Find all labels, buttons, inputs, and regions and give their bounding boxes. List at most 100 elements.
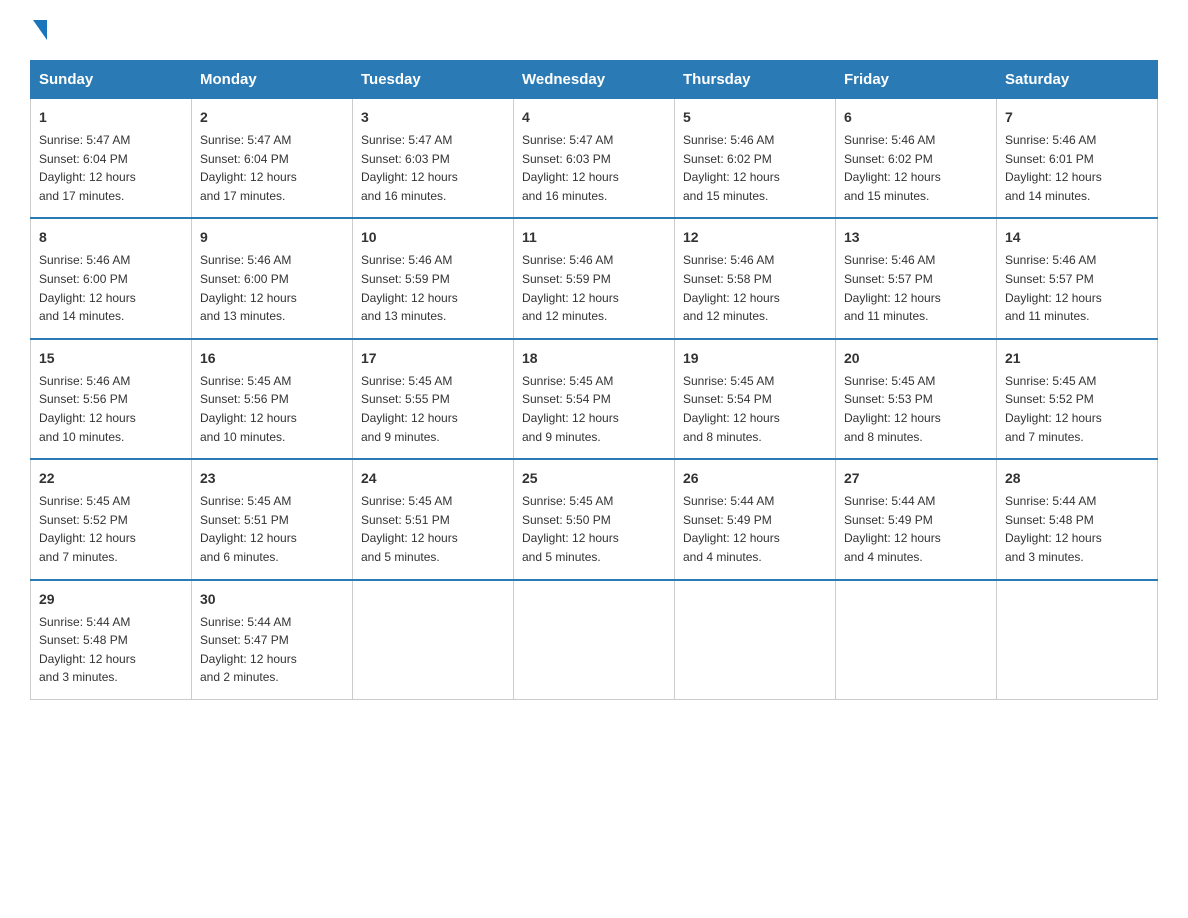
day-cell: 11 Sunrise: 5:46 AMSunset: 5:59 PMDayligh… (514, 218, 675, 338)
week-row-2: 8 Sunrise: 5:46 AMSunset: 6:00 PMDaylight… (31, 218, 1158, 338)
day-number: 20 (844, 348, 988, 369)
day-info: Sunrise: 5:46 AMSunset: 6:01 PMDaylight:… (1005, 131, 1149, 205)
day-number: 14 (1005, 227, 1149, 248)
day-info: Sunrise: 5:45 AMSunset: 5:55 PMDaylight:… (361, 372, 505, 446)
week-row-5: 29 Sunrise: 5:44 AMSunset: 5:48 PMDayligh… (31, 580, 1158, 700)
day-info: Sunrise: 5:46 AMSunset: 5:59 PMDaylight:… (522, 251, 666, 325)
day-info: Sunrise: 5:45 AMSunset: 5:52 PMDaylight:… (1005, 372, 1149, 446)
day-cell: 20 Sunrise: 5:45 AMSunset: 5:53 PMDayligh… (836, 339, 997, 459)
day-cell: 28Sunrise: 5:44 AMSunset: 5:48 PMDayligh… (997, 459, 1158, 579)
day-info: Sunrise: 5:46 AMSunset: 6:02 PMDaylight:… (683, 131, 827, 205)
calendar-header: Sunday Monday Tuesday Wednesday Thursday… (31, 61, 1158, 99)
day-number: 4 (522, 107, 666, 128)
day-info: Sunrise: 5:45 AMSunset: 5:54 PMDaylight:… (683, 372, 827, 446)
day-number: 22 (39, 468, 183, 489)
day-info: Sunrise: 5:45 AMSunset: 5:51 PMDaylight:… (361, 492, 505, 566)
day-info: Sunrise: 5:44 AMSunset: 5:48 PMDaylight:… (1005, 492, 1149, 566)
day-cell: 23Sunrise: 5:45 AMSunset: 5:51 PMDayligh… (192, 459, 353, 579)
week-row-4: 22 Sunrise: 5:45 AMSunset: 5:52 PMDayligh… (31, 459, 1158, 579)
day-number: 19 (683, 348, 827, 369)
day-number: 8 (39, 227, 183, 248)
col-sunday: Sunday (31, 61, 192, 99)
day-info: Sunrise: 5:45 AMSunset: 5:50 PMDaylight:… (522, 492, 666, 566)
day-number: 2 (200, 107, 344, 128)
page-header (30, 20, 1158, 40)
day-number: 11 (522, 227, 666, 248)
day-cell: 7 Sunrise: 5:46 AMSunset: 6:01 PMDaylight… (997, 99, 1158, 219)
day-number: 7 (1005, 107, 1149, 128)
day-cell: 10 Sunrise: 5:46 AMSunset: 5:59 PMDayligh… (353, 218, 514, 338)
day-info: Sunrise: 5:46 AMSunset: 6:00 PMDaylight:… (39, 251, 183, 325)
day-number: 10 (361, 227, 505, 248)
col-friday: Friday (836, 61, 997, 99)
col-thursday: Thursday (675, 61, 836, 99)
calendar-table: Sunday Monday Tuesday Wednesday Thursday… (30, 60, 1158, 700)
week-row-1: 1 Sunrise: 5:47 AMSunset: 6:04 PMDaylight… (31, 99, 1158, 219)
calendar-body: 1 Sunrise: 5:47 AMSunset: 6:04 PMDaylight… (31, 99, 1158, 700)
day-cell (997, 580, 1158, 700)
day-info: Sunrise: 5:46 AMSunset: 6:02 PMDaylight:… (844, 131, 988, 205)
logo-arrow-icon (33, 20, 47, 40)
day-info: Sunrise: 5:45 AMSunset: 5:54 PMDaylight:… (522, 372, 666, 446)
day-cell: 30 Sunrise: 5:44 AMSunset: 5:47 PMDayligh… (192, 580, 353, 700)
day-cell: 25 Sunrise: 5:45 AMSunset: 5:50 PMDayligh… (514, 459, 675, 579)
day-info: Sunrise: 5:46 AMSunset: 5:57 PMDaylight:… (844, 251, 988, 325)
col-monday: Monday (192, 61, 353, 99)
day-cell: 15 Sunrise: 5:46 AMSunset: 5:56 PMDayligh… (31, 339, 192, 459)
day-info: Sunrise: 5:44 AMSunset: 5:48 PMDaylight:… (39, 613, 183, 687)
day-number: 27 (844, 468, 988, 489)
day-info: Sunrise: 5:45 AMSunset: 5:53 PMDaylight:… (844, 372, 988, 446)
day-cell: 3 Sunrise: 5:47 AMSunset: 6:03 PMDaylight… (353, 99, 514, 219)
day-info: Sunrise: 5:47 AMSunset: 6:04 PMDaylight:… (200, 131, 344, 205)
day-info: Sunrise: 5:47 AMSunset: 6:04 PMDaylight:… (39, 131, 183, 205)
day-cell: 8 Sunrise: 5:46 AMSunset: 6:00 PMDaylight… (31, 218, 192, 338)
day-number: 15 (39, 348, 183, 369)
day-info: Sunrise: 5:46 AMSunset: 5:58 PMDaylight:… (683, 251, 827, 325)
day-number: 3 (361, 107, 505, 128)
day-cell: 14 Sunrise: 5:46 AMSunset: 5:57 PMDayligh… (997, 218, 1158, 338)
day-cell (836, 580, 997, 700)
day-cell: 16 Sunrise: 5:45 AMSunset: 5:56 PMDayligh… (192, 339, 353, 459)
col-wednesday: Wednesday (514, 61, 675, 99)
day-number: 21 (1005, 348, 1149, 369)
day-info: Sunrise: 5:45 AMSunset: 5:52 PMDaylight:… (39, 492, 183, 566)
day-cell: 21 Sunrise: 5:45 AMSunset: 5:52 PMDayligh… (997, 339, 1158, 459)
day-number: 24 (361, 468, 505, 489)
day-number: 6 (844, 107, 988, 128)
day-info: Sunrise: 5:44 AMSunset: 5:49 PMDaylight:… (844, 492, 988, 566)
day-info: Sunrise: 5:47 AMSunset: 6:03 PMDaylight:… (522, 131, 666, 205)
day-info: Sunrise: 5:44 AMSunset: 5:49 PMDaylight:… (683, 492, 827, 566)
day-info: Sunrise: 5:46 AMSunset: 5:56 PMDaylight:… (39, 372, 183, 446)
day-cell: 13Sunrise: 5:46 AMSunset: 5:57 PMDayligh… (836, 218, 997, 338)
day-number: 29 (39, 589, 183, 610)
day-number: 1 (39, 107, 183, 128)
day-number: 18 (522, 348, 666, 369)
day-info: Sunrise: 5:44 AMSunset: 5:47 PMDaylight:… (200, 613, 344, 687)
day-info: Sunrise: 5:45 AMSunset: 5:51 PMDaylight:… (200, 492, 344, 566)
day-cell: 24 Sunrise: 5:45 AMSunset: 5:51 PMDayligh… (353, 459, 514, 579)
day-number: 25 (522, 468, 666, 489)
day-cell: 18 Sunrise: 5:45 AMSunset: 5:54 PMDayligh… (514, 339, 675, 459)
day-cell (514, 580, 675, 700)
day-number: 30 (200, 589, 344, 610)
day-info: Sunrise: 5:45 AMSunset: 5:56 PMDaylight:… (200, 372, 344, 446)
day-cell: 27 Sunrise: 5:44 AMSunset: 5:49 PMDayligh… (836, 459, 997, 579)
day-info: Sunrise: 5:46 AMSunset: 5:59 PMDaylight:… (361, 251, 505, 325)
day-cell: 6 Sunrise: 5:46 AMSunset: 6:02 PMDaylight… (836, 99, 997, 219)
day-cell (353, 580, 514, 700)
day-cell: 5 Sunrise: 5:46 AMSunset: 6:02 PMDaylight… (675, 99, 836, 219)
day-info: Sunrise: 5:47 AMSunset: 6:03 PMDaylight:… (361, 131, 505, 205)
day-number: 9 (200, 227, 344, 248)
day-cell: 29 Sunrise: 5:44 AMSunset: 5:48 PMDayligh… (31, 580, 192, 700)
day-cell (675, 580, 836, 700)
day-cell: 17Sunrise: 5:45 AMSunset: 5:55 PMDayligh… (353, 339, 514, 459)
day-cell: 4 Sunrise: 5:47 AMSunset: 6:03 PMDaylight… (514, 99, 675, 219)
day-number: 5 (683, 107, 827, 128)
day-cell: 26Sunrise: 5:44 AMSunset: 5:49 PMDayligh… (675, 459, 836, 579)
day-cell: 12 Sunrise: 5:46 AMSunset: 5:58 PMDayligh… (675, 218, 836, 338)
day-info: Sunrise: 5:46 AMSunset: 5:57 PMDaylight:… (1005, 251, 1149, 325)
col-tuesday: Tuesday (353, 61, 514, 99)
day-number: 12 (683, 227, 827, 248)
day-number: 16 (200, 348, 344, 369)
logo (30, 20, 49, 40)
